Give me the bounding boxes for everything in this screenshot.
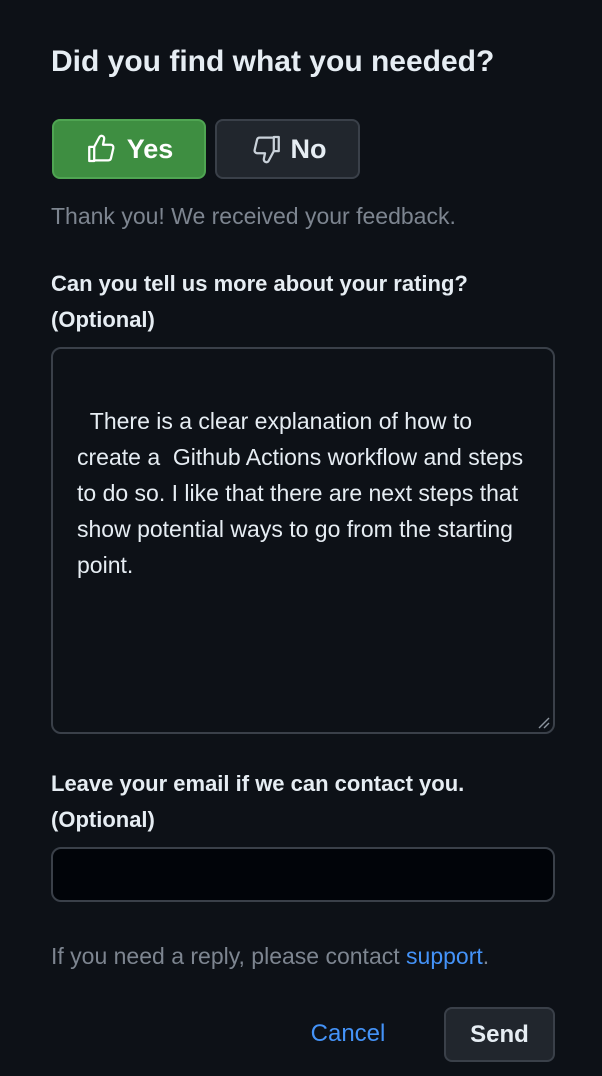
rating-label: Can you tell us more about your rating? … bbox=[51, 266, 468, 338]
email-label-optional: (Optional) bbox=[51, 807, 155, 832]
thumbs-down-icon bbox=[249, 132, 283, 166]
thanks-message: Thank you! We received your feedback. bbox=[51, 203, 456, 229]
reply-note: If you need a reply, please contact supp… bbox=[51, 940, 489, 972]
yes-label: Yes bbox=[126, 133, 174, 164]
reply-note-period: . bbox=[482, 943, 490, 969]
email-label: Leave your email if we can contact you. … bbox=[51, 766, 464, 838]
email-field[interactable] bbox=[51, 847, 555, 902]
rating-textarea[interactable]: There is a clear explanation of how to c… bbox=[51, 347, 555, 734]
no-button[interactable]: No bbox=[215, 119, 360, 179]
yes-button[interactable]: Yes bbox=[52, 119, 206, 179]
no-label: No bbox=[290, 133, 327, 164]
support-link[interactable]: support bbox=[406, 943, 483, 969]
rating-label-question: Can you tell us more about your rating? bbox=[51, 271, 468, 296]
cancel-button[interactable]: Cancel bbox=[290, 1007, 406, 1061]
rating-text: There is a clear explanation of how to c… bbox=[77, 408, 530, 578]
feedback-title: Did you find what you needed? bbox=[51, 45, 495, 78]
rating-label-optional: (Optional) bbox=[51, 307, 155, 332]
resize-handle-icon[interactable] bbox=[536, 715, 550, 729]
email-label-question: Leave your email if we can contact you. bbox=[51, 771, 465, 796]
reply-note-text: If you need a reply, please contact bbox=[51, 943, 407, 969]
send-button[interactable]: Send bbox=[444, 1007, 555, 1062]
thumbs-up-icon bbox=[85, 132, 119, 166]
